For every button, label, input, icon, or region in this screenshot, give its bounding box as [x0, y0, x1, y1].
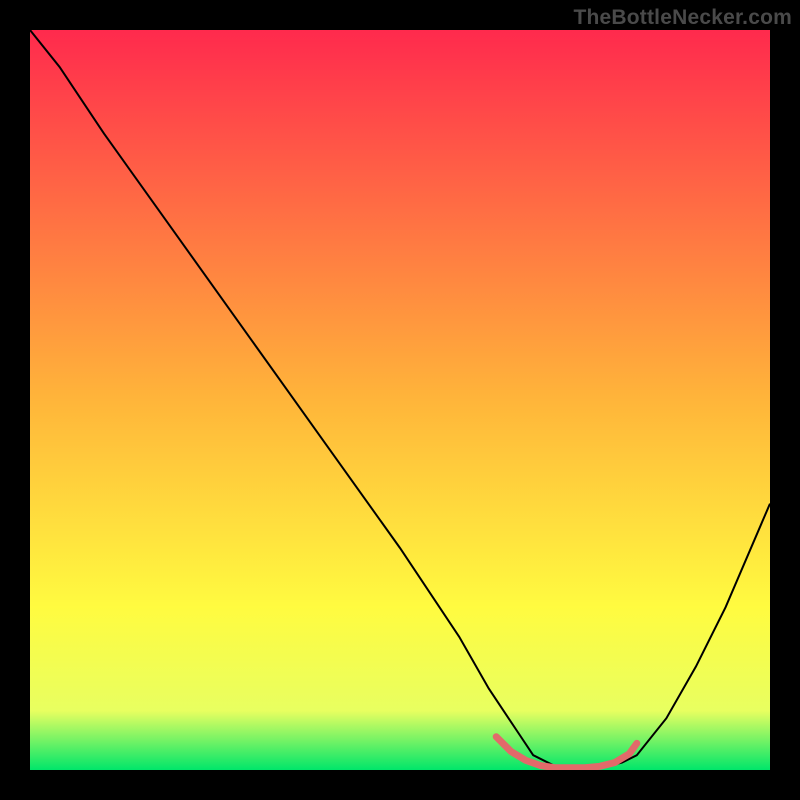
chart-frame [30, 30, 770, 770]
chart-svg [30, 30, 770, 770]
watermark-text: TheBottleNecker.com [573, 6, 792, 30]
gradient-background [30, 30, 770, 770]
